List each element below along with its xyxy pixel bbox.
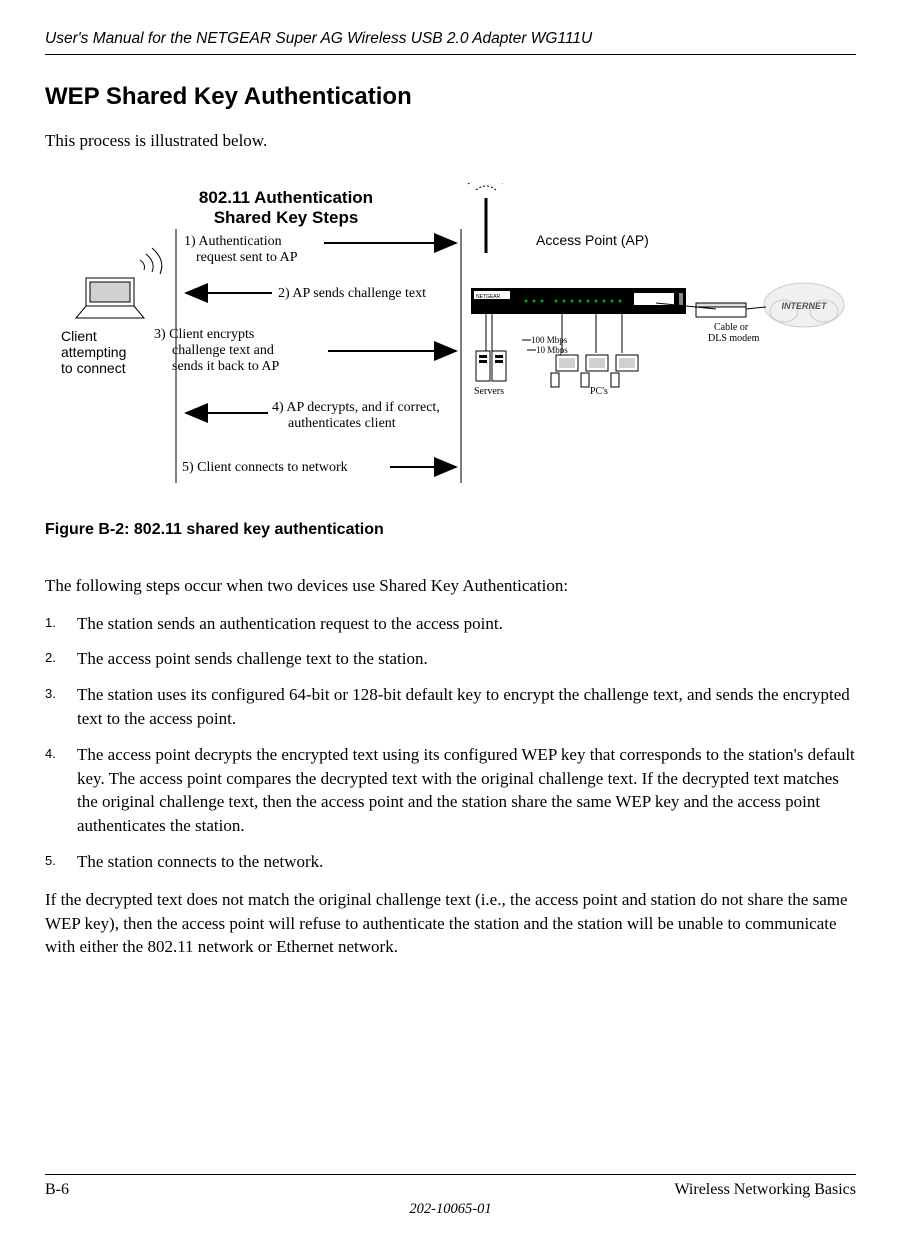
cable-label-line2: DLS modem <box>708 333 760 344</box>
steps-list: The station sends an authentication requ… <box>45 612 856 874</box>
step3-line2: challenge text and <box>172 343 274 358</box>
pc-icon <box>551 355 638 387</box>
list-item: The station connects to the network. <box>45 850 856 874</box>
svg-text:NETGEAR: NETGEAR <box>476 294 501 300</box>
step4-line2: authenticates client <box>288 416 396 431</box>
step5-label: 5) Client connects to network <box>182 460 348 475</box>
cloud-icon: INTERNET <box>764 283 844 327</box>
speed-100-label: 100 Mbps <box>531 335 568 345</box>
page-footer: B-6 Wireless Networking Basics 202-10065… <box>45 1174 856 1218</box>
modem-icon <box>696 303 746 317</box>
server-icon <box>476 351 506 381</box>
figure-title-line1: 802.11 Authentication <box>198 188 372 207</box>
list-item: The access point decrypts the encrypted … <box>45 743 856 838</box>
footer-rule <box>45 1174 856 1175</box>
laptop-icon <box>76 248 162 318</box>
figure-title-line2: Shared Key Steps <box>213 208 358 227</box>
figure-caption: Figure B-2: 802.11 shared key authentica… <box>45 521 856 539</box>
step1-line2: request sent to AP <box>196 250 298 265</box>
page-number: B-6 <box>45 1181 69 1199</box>
step3-line3: sends it back to AP <box>172 359 280 374</box>
step1-line1: 1) Authentication <box>184 234 282 249</box>
document-number: 202-10065-01 <box>45 1201 856 1218</box>
servers-label: Servers <box>474 386 504 397</box>
antenna-icon <box>460 183 512 253</box>
ap-label: Access Point (AP) <box>536 232 649 248</box>
step3-line1: 3) Client encrypts <box>154 327 254 342</box>
footer-section-title: Wireless Networking Basics <box>674 1181 856 1199</box>
figure-b2: 802.11 Authentication Shared Key Steps C… <box>45 183 856 503</box>
cable-label-line1: Cable or <box>714 322 749 333</box>
post-list-paragraph: If the decrypted text does not match the… <box>45 888 856 959</box>
header-rule <box>45 54 856 55</box>
manual-title: User's Manual for the NETGEAR Super AG W… <box>45 30 856 48</box>
client-label-line3: to connect <box>61 360 126 376</box>
list-item: The access point sends challenge text to… <box>45 647 856 671</box>
pcs-label: PC's <box>590 386 608 397</box>
list-item: The station sends an authentication requ… <box>45 612 856 636</box>
client-label-line1: Client <box>61 328 97 344</box>
step2-label: 2) AP sends challenge text <box>278 286 426 301</box>
client-label-line2: attempting <box>61 344 126 360</box>
speed-10-label: 10 Mbps <box>536 345 568 355</box>
lead-paragraph: The following steps occur when two devic… <box>45 574 856 598</box>
step4-line1: 4) AP decrypts, and if correct, <box>272 400 440 415</box>
internet-label: INTERNET <box>781 301 828 311</box>
figure-svg: 802.11 Authentication Shared Key Steps C… <box>56 183 846 503</box>
router-icon: NETGEAR <box>471 288 686 314</box>
list-item: The station uses its configured 64-bit o… <box>45 683 856 731</box>
section-heading: WEP Shared Key Authentication <box>45 83 856 111</box>
intro-paragraph: This process is illustrated below. <box>45 129 856 153</box>
